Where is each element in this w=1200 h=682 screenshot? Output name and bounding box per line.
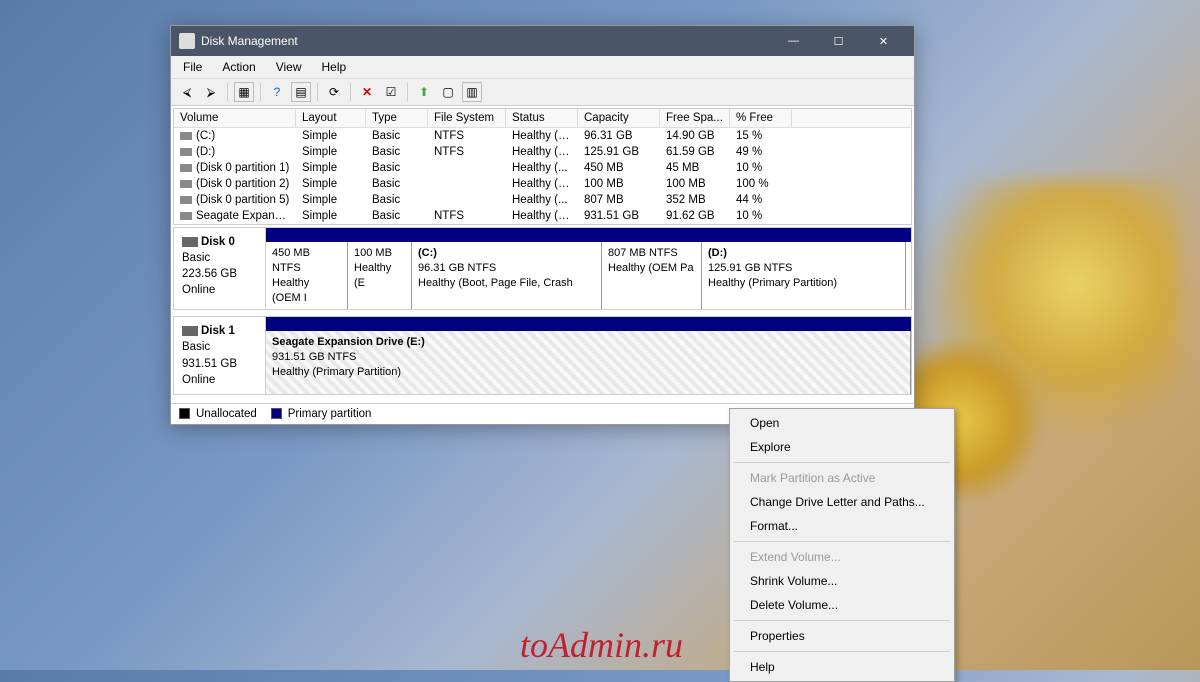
legend-primary-icon [271,408,282,419]
menu-item: Extend Volume... [732,545,952,569]
disk-0-label[interactable]: Disk 0 Basic 223.56 GB Online [174,228,266,309]
list-item[interactable]: (Disk 0 partition 5)SimpleBasicHealthy (… [174,192,911,208]
partition[interactable]: 807 MB NTFSHealthy (OEM Pa [602,242,702,309]
menu-item[interactable]: Delete Volume... [732,593,952,617]
menu-item[interactable]: Help [732,655,952,679]
list-icon[interactable]: ▤ [291,82,311,102]
watermark: toAdmin.ru [520,624,683,666]
menu-item: Mark Partition as Active [732,466,952,490]
menu-item[interactable]: Change Drive Letter and Paths... [732,490,952,514]
partition[interactable]: 100 MBHealthy (E [348,242,412,309]
toolbar: ⮘ ⮚ ▦ ? ▤ ⟳ ✕ ☑ ⬆ ▢ ▥ [171,79,914,106]
show-pane-icon[interactable]: ▦ [234,82,254,102]
titlebar: Disk Management — ☐ ✕ [171,26,914,56]
back-icon[interactable]: ⮘ [177,82,197,102]
list-item[interactable]: (Disk 0 partition 1)SimpleBasicHealthy (… [174,160,911,176]
list-header: Volume Layout Type File System Status Ca… [174,109,911,128]
volume-icon [180,148,192,156]
partition-seagate-e[interactable]: Seagate Expansion Drive (E:) 931.51 GB N… [266,331,911,393]
partition[interactable]: (D:)125.91 GB NTFSHealthy (Primary Parti… [702,242,906,309]
properties-icon[interactable]: ☑ [381,82,401,102]
help-icon[interactable]: ? [267,82,287,102]
new-icon[interactable]: ⬆ [414,82,434,102]
menu-item[interactable]: Format... [732,514,952,538]
volume-icon [180,180,192,188]
menu-item[interactable]: Properties [732,624,952,648]
wizard-icon[interactable]: ▢ [438,82,458,102]
col-pctfree[interactable]: % Free [730,109,792,127]
menu-help[interactable]: Help [314,58,355,76]
col-volume[interactable]: Volume [174,109,296,127]
col-status[interactable]: Status [506,109,578,127]
app-icon [179,33,195,49]
legend-unallocated-icon [179,408,190,419]
disk-1-block: Disk 1 Basic 931.51 GB Online Seagate Ex… [173,316,912,394]
col-free[interactable]: Free Spa... [660,109,730,127]
menu-item[interactable]: Explore [732,435,952,459]
legend-primary-label: Primary partition [288,408,372,420]
menu-file[interactable]: File [175,58,210,76]
disk-icon [182,237,198,247]
menu-item[interactable]: Shrink Volume... [732,569,952,593]
graphical-view: Disk 0 Basic 223.56 GB Online 450 MB NTF… [173,227,912,401]
volume-list[interactable]: Volume Layout Type File System Status Ca… [173,108,912,225]
list-item[interactable]: (Disk 0 partition 2)SimpleBasicHealthy (… [174,176,911,192]
col-type[interactable]: Type [366,109,428,127]
volume-icon [180,196,192,204]
partition-stripe [266,228,911,242]
disk-0-block: Disk 0 Basic 223.56 GB Online 450 MB NTF… [173,227,912,310]
delete-icon[interactable]: ✕ [357,82,377,102]
layout-icon[interactable]: ▥ [462,82,482,102]
volume-icon [180,132,192,140]
refresh-icon[interactable]: ⟳ [324,82,344,102]
menu-action[interactable]: Action [214,58,263,76]
disk-1-label[interactable]: Disk 1 Basic 931.51 GB Online [174,317,266,393]
menu-view[interactable]: View [268,58,310,76]
legend-unallocated-label: Unallocated [196,408,257,420]
forward-icon[interactable]: ⮚ [201,82,221,102]
partition-stripe [266,317,911,331]
volume-icon [180,164,192,172]
list-item[interactable]: Seagate Expansion...SimpleBasicNTFSHealt… [174,208,911,224]
menubar: File Action View Help [171,56,914,79]
close-button[interactable]: ✕ [861,26,906,56]
disk-management-window: Disk Management — ☐ ✕ File Action View H… [170,25,915,425]
partition[interactable]: (C:)96.31 GB NTFSHealthy (Boot, Page Fil… [412,242,602,309]
list-item[interactable]: (D:)SimpleBasicNTFSHealthy (P...125.91 G… [174,144,911,160]
disk-icon [182,326,198,336]
window-title: Disk Management [201,34,771,48]
maximize-button[interactable]: ☐ [816,26,861,56]
partition[interactable]: 450 MB NTFSHealthy (OEM I [266,242,348,309]
context-menu: OpenExplore Mark Partition as ActiveChang… [729,408,955,682]
col-fs[interactable]: File System [428,109,506,127]
menu-item[interactable]: Open [732,411,952,435]
col-layout[interactable]: Layout [296,109,366,127]
minimize-button[interactable]: — [771,26,816,56]
col-capacity[interactable]: Capacity [578,109,660,127]
volume-icon [180,212,192,220]
list-item[interactable]: (C:)SimpleBasicNTFSHealthy (B...96.31 GB… [174,128,911,144]
